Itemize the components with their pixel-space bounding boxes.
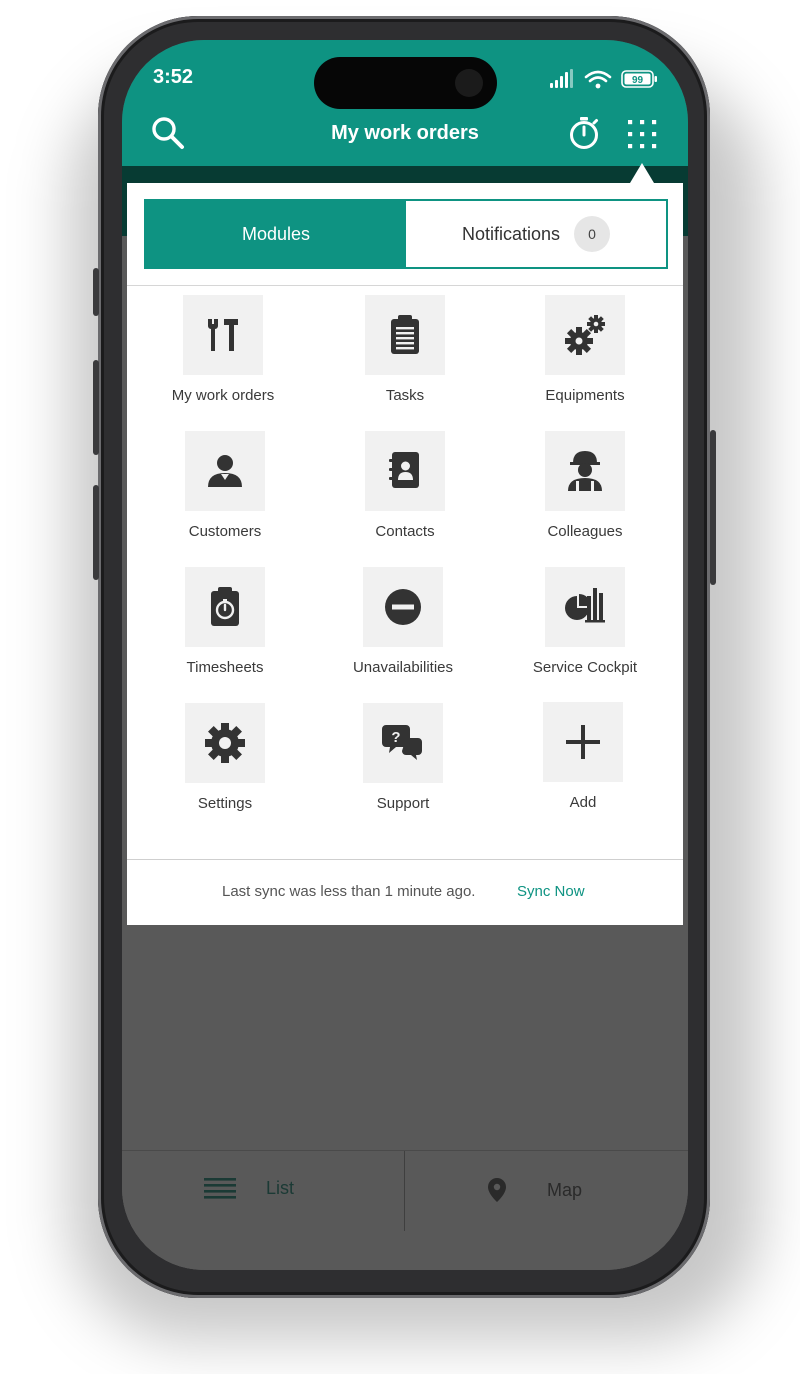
module-label: Customers [188,523,262,540]
tools-icon [208,319,238,351]
tab-modules[interactable]: Modules [146,201,406,267]
divider [127,859,683,860]
module-label: Equipments [545,387,625,404]
gears-icon [565,315,605,355]
user-icon [208,455,242,487]
volume-down-button [93,485,99,580]
module-add[interactable]: Add [493,702,673,822]
stopwatch-icon[interactable] [568,116,600,150]
tab-notifications-label: Notifications [461,223,561,244]
module-support[interactable]: ? Support [313,703,493,823]
popover-caret [630,163,654,183]
support-chat-icon: ? [382,725,422,760]
divider [127,285,683,286]
dynamic-island [314,57,497,109]
clipboard-icon [391,315,419,354]
status-time: 3:52 [153,66,194,88]
worker-icon [568,451,602,491]
list-icon [204,1178,236,1199]
power-button [710,430,716,585]
battery-level: 99 [632,75,644,86]
sync-now-link[interactable]: Sync Now [517,883,585,900]
module-label: Add [569,794,597,811]
page-title: My work orders [331,122,479,144]
tab-notifications[interactable]: Notifications 0 [406,201,666,267]
modules-popover: Modules Notifications 0 My work orders T… [127,183,683,925]
module-service-cockpit[interactable]: Service Cockpit [495,567,675,687]
module-my-work-orders[interactable]: My work orders [133,295,313,415]
module-label: Contacts [375,523,435,540]
side-button [93,268,99,316]
nav-map[interactable]: Map [487,1177,582,1203]
segmented-control: Modules Notifications 0 [144,199,668,269]
module-label: Support [376,795,430,812]
address-book-icon [389,452,419,488]
plus-icon [566,725,600,759]
module-label: Settings [197,795,253,812]
module-label: Service Cockpit [532,659,638,676]
app-bar: 3:52 99 My work orders [122,40,688,166]
svg-text:?: ? [391,729,400,746]
phone-screen: 3:52 99 My work orders Modules Notificat… [122,40,688,1270]
divider [404,1151,405,1231]
nav-map-label: Map [547,1179,583,1200]
gear-icon [205,723,245,763]
map-pin-icon [488,1178,506,1202]
nav-list-label: List [266,1177,295,1198]
bottom-nav: List Map [122,1150,688,1270]
module-label: Tasks [385,387,425,404]
module-colleagues[interactable]: Colleagues [495,431,675,551]
module-label: My work orders [171,387,275,404]
status-icons: 99 [550,69,657,89]
last-sync-text: Last sync was less than 1 minute ago. [222,883,476,900]
module-customers[interactable]: Customers [135,431,315,551]
module-unavailabilities[interactable]: Unavailabilities [313,567,493,687]
volume-up-button [93,360,99,455]
apps-grid-icon[interactable] [627,119,657,149]
module-label: Unavailabilities [352,659,454,676]
nav-list[interactable]: List [204,1177,294,1199]
module-label: Colleagues [547,523,623,540]
tab-modules-label: Modules [241,223,311,244]
module-label: Timesheets [186,659,264,676]
module-timesheets[interactable]: Timesheets [135,567,315,687]
wifi-icon [584,70,612,83]
timesheet-icon [211,587,239,626]
module-tasks[interactable]: Tasks [315,295,495,415]
module-contacts[interactable]: Contacts [315,431,495,551]
notification-count-badge: 0 [574,216,611,252]
minus-circle-icon [385,589,421,625]
module-settings[interactable]: Settings [135,703,315,823]
signal-icon [550,69,573,88]
module-equipments[interactable]: Equipments [495,295,675,415]
chart-icon [565,588,605,623]
